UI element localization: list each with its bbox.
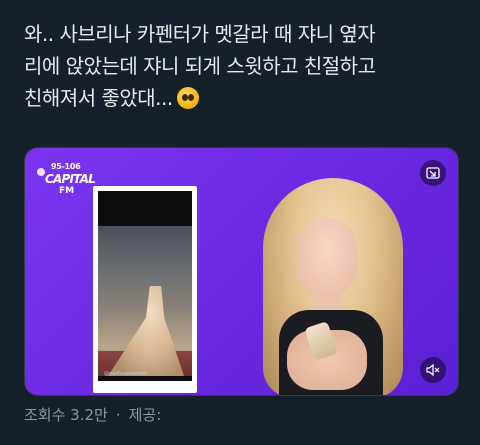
subject-face [297,218,357,296]
tweet-line-3: 친해져서 좋았대... [24,82,464,114]
logo-brand: CAPITAL [45,172,96,186]
pip-icon [426,167,440,179]
logo-suffix: FM [59,186,75,196]
phone-screen-frame: @yunhospromise [93,186,197,393]
mute-button[interactable] [420,357,446,383]
picture-in-picture-button[interactable] [420,160,446,186]
tweet-footer: 조회수 3.2만 · 제공: [24,404,161,425]
logo-swoosh-icon [37,168,45,176]
video-subject [235,178,425,395]
capital-fm-logo: 95-106 CAPITAL FM [37,162,99,198]
red-carpet-photo [98,226,192,376]
source-label[interactable]: 제공: [129,404,162,425]
video-player[interactable]: 95-106 CAPITAL FM @yunhospromise [24,147,459,396]
view-count: 조회수 3.2만 [24,406,108,424]
tweet-line-2: 리에 앉았는데 쟈니 되게 스윗하고 친절하고 [24,54,376,78]
tweet-line-3-text: 친해져서 좋았대... [24,86,173,110]
tweet-text: 와.. 사브리나 카펜터가 멧갈라 때 쟈니 옆자 리에 앉았는데 쟈니 되게 … [24,18,464,114]
phone-screen: @yunhospromise [98,191,192,381]
logo-frequency: 95-106 [51,162,81,171]
pleading-face-emoji-icon [176,87,199,109]
gown-shape [108,286,184,376]
tweet-line-1: 와.. 사브리나 카펜터가 멧갈라 때 쟈니 옆자 [24,22,376,46]
mute-icon [426,363,440,377]
footer-separator: · [115,405,121,424]
phone-watermark: @yunhospromise [104,371,148,377]
